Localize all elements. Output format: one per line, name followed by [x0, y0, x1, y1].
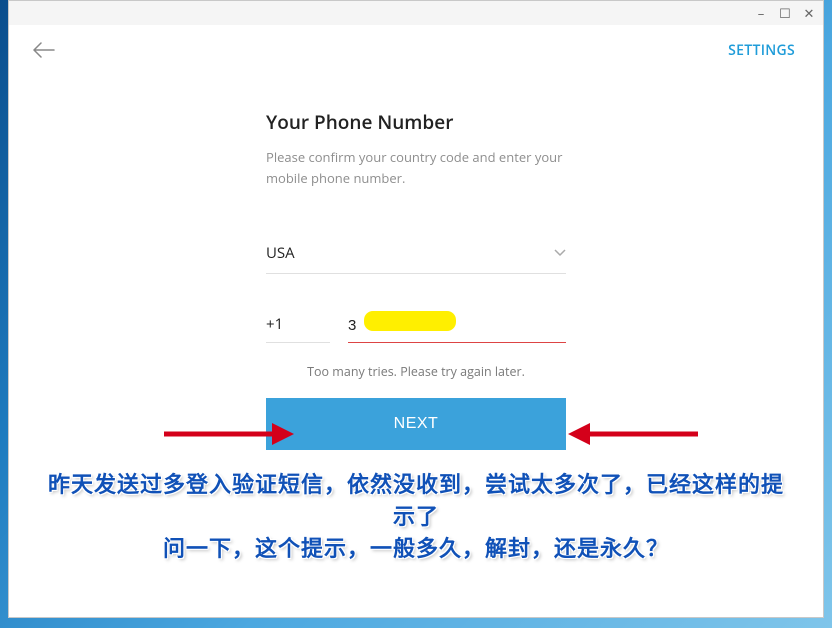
caption-line-1: 昨天发送过多登入验证短信，依然没收到，尝试太多次了，已经这样的提示了 [45, 469, 787, 533]
minimize-button[interactable]: – [753, 5, 769, 21]
error-message: Too many tries. Please try again later. [266, 363, 566, 380]
country-label: USA [266, 243, 295, 263]
login-form: Your Phone Number Please confirm your co… [266, 109, 566, 450]
dial-code-field[interactable]: +1 [266, 310, 330, 343]
phone-row: +1 [266, 310, 566, 343]
country-select[interactable]: USA [266, 239, 566, 274]
maximize-button[interactable]: ☐ [777, 5, 793, 21]
topbar: SETTINGS [9, 25, 823, 69]
app-window: – ☐ ✕ SETTINGS Your Phone Number Please … [8, 0, 824, 618]
close-button[interactable]: ✕ [801, 5, 817, 21]
annotation-arrow-right-icon [568, 421, 698, 447]
chevron-down-icon [554, 244, 566, 261]
back-icon[interactable] [33, 35, 55, 65]
phone-input[interactable] [348, 313, 566, 343]
titlebar: – ☐ ✕ [9, 1, 823, 25]
caption-line-2: 问一下，这个提示，一般多久，解封，还是永久？ [45, 533, 787, 565]
settings-link[interactable]: SETTINGS [728, 41, 795, 60]
next-button[interactable]: NEXT [266, 398, 566, 450]
page-title: Your Phone Number [266, 109, 566, 135]
page-subtitle: Please confirm your country code and ent… [266, 147, 566, 189]
annotation-caption: 昨天发送过多登入验证短信，依然没收到，尝试太多次了，已经这样的提示了 问一下，这… [9, 469, 823, 565]
